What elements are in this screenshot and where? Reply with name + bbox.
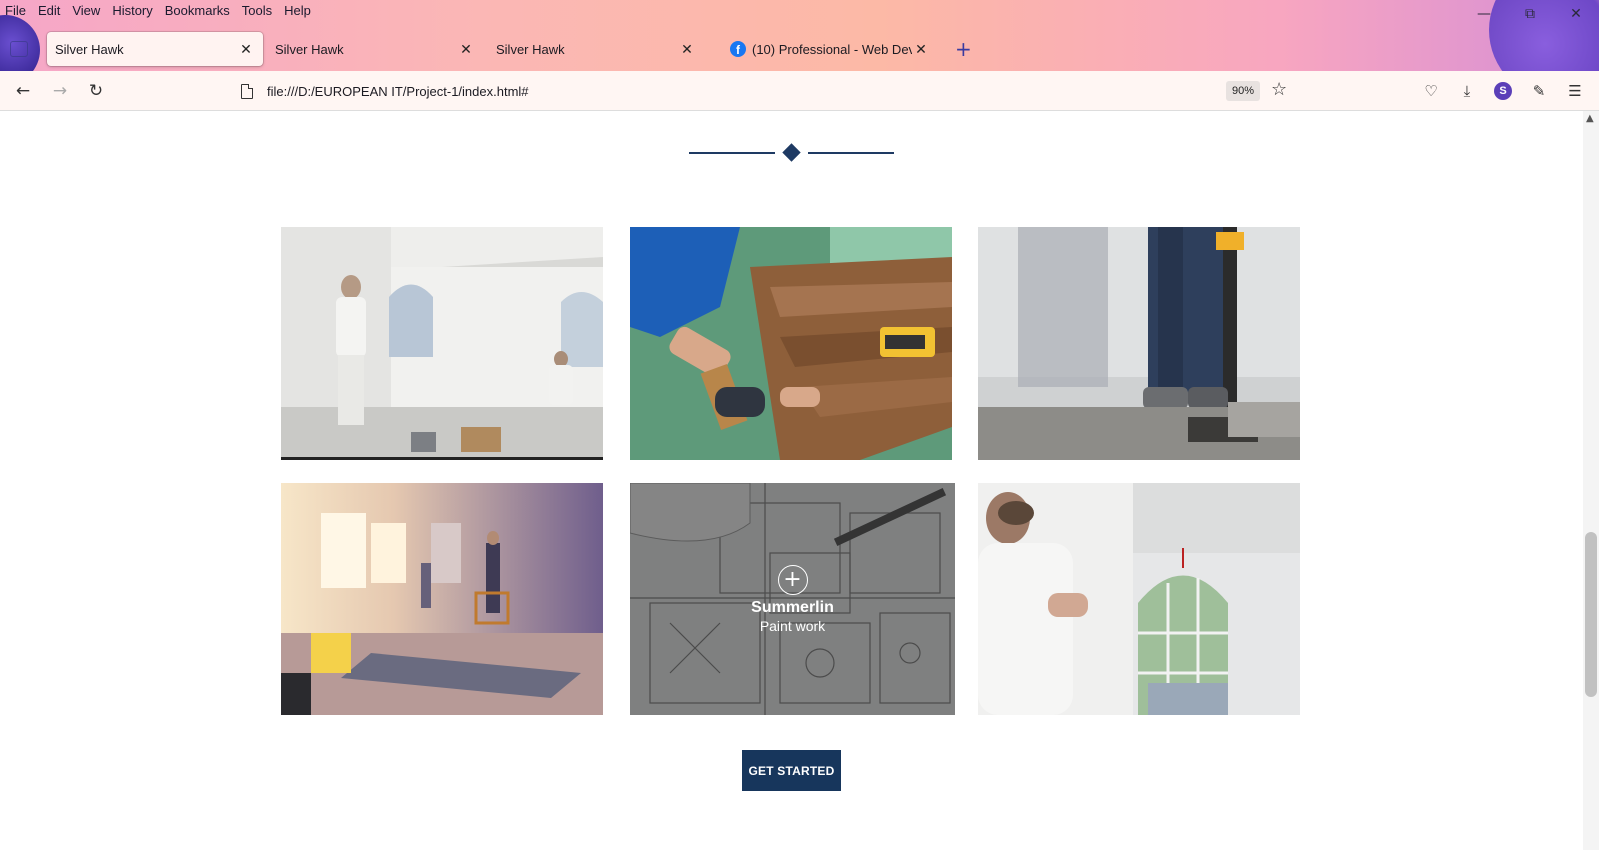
- tab-title: Silver Hawk: [496, 41, 565, 57]
- painters-room-image: [281, 227, 603, 460]
- facebook-icon: f: [730, 41, 746, 57]
- divider-line: [808, 152, 894, 154]
- forward-arrow-icon[interactable]: →: [48, 79, 72, 103]
- menu-history[interactable]: History: [106, 0, 158, 22]
- get-started-button[interactable]: GET STARTED: [742, 750, 841, 791]
- tab-silver-hawk-2[interactable]: Silver Hawk ✕: [267, 32, 483, 66]
- gallery-hover-overlay: + Summerlin Paint work: [630, 483, 955, 715]
- reload-icon[interactable]: ↻: [84, 79, 108, 103]
- section-divider: [689, 143, 894, 162]
- menu-help[interactable]: Help: [278, 0, 317, 22]
- menu-view[interactable]: View: [66, 0, 106, 22]
- renovation-room-image: [281, 483, 603, 715]
- gallery-image-flooring[interactable]: [630, 227, 952, 460]
- scrollbar-thumb[interactable]: [1585, 532, 1597, 697]
- flooring-image: [630, 227, 952, 460]
- url-text[interactable]: file:///D:/EUROPEAN IT/Project-1/index.h…: [267, 84, 529, 99]
- download-icon[interactable]: ⤓: [1456, 80, 1478, 102]
- painter-window-image: [978, 483, 1300, 715]
- menu-tools[interactable]: Tools: [236, 0, 278, 22]
- page-content: + Summerlin Paint work GET STARTED: [0, 111, 1583, 850]
- gallery-image-jackhammer[interactable]: [978, 227, 1300, 460]
- tab-title: Silver Hawk: [275, 41, 344, 57]
- gallery-item-summerlin[interactable]: + Summerlin Paint work: [630, 483, 955, 715]
- scroll-up-arrow-icon[interactable]: ▲: [1586, 113, 1594, 124]
- plus-circle-icon[interactable]: +: [777, 564, 808, 595]
- bookmark-star-icon[interactable]: ☆: [1271, 79, 1287, 100]
- tab-title: Silver Hawk: [55, 41, 124, 57]
- jackhammer-image: [978, 227, 1300, 460]
- tab-silver-hawk-1[interactable]: Silver Hawk ✕: [47, 32, 263, 66]
- window-controls: — ⧉ ✕: [1461, 0, 1599, 28]
- page-icon: [241, 83, 253, 99]
- gallery-image-painters-room[interactable]: [281, 227, 603, 460]
- close-icon[interactable]: ✕: [678, 41, 696, 58]
- close-icon[interactable]: ✕: [237, 41, 255, 58]
- close-window-button[interactable]: ✕: [1553, 0, 1599, 28]
- menu-edit[interactable]: Edit: [32, 0, 66, 22]
- tab-title: (10) Professional - Web Develop: [752, 41, 912, 57]
- diamond-icon: [782, 143, 801, 162]
- profile-avatar: S: [1494, 82, 1512, 100]
- hamburger-menu-icon[interactable]: ☰: [1564, 80, 1586, 102]
- menu-bookmarks[interactable]: Bookmarks: [159, 0, 236, 22]
- extensions-icon[interactable]: ✎: [1528, 80, 1550, 102]
- navigation-toolbar: ← → ↻ file:///D:/EUROPEAN IT/Project-1/i…: [0, 71, 1599, 111]
- page-scrollbar[interactable]: ▲: [1583, 111, 1599, 850]
- menu-bar: File Edit View History Bookmarks Tools H…: [0, 0, 317, 22]
- address-bar[interactable]: file:///D:/EUROPEAN IT/Project-1/index.h…: [230, 75, 1288, 107]
- close-icon[interactable]: ✕: [912, 41, 930, 58]
- browser-titlebar: File Edit View History Bookmarks Tools H…: [0, 0, 1599, 71]
- back-arrow-icon[interactable]: ←: [11, 79, 35, 103]
- minimize-button[interactable]: —: [1461, 0, 1507, 28]
- restore-button[interactable]: ⧉: [1507, 0, 1553, 28]
- zoom-level-badge[interactable]: 90%: [1226, 81, 1261, 101]
- tab-silver-hawk-3[interactable]: Silver Hawk ✕: [488, 32, 704, 66]
- tab-strip: Silver Hawk ✕ Silver Hawk ✕ Silver Hawk …: [0, 31, 1599, 69]
- account-icon[interactable]: S: [1492, 80, 1514, 102]
- gallery-item-title: Summerlin: [751, 598, 834, 616]
- menu-file[interactable]: File: [0, 0, 32, 22]
- gallery-image-painter-window[interactable]: [978, 483, 1300, 715]
- tab-facebook[interactable]: f (10) Professional - Web Develop ✕: [722, 32, 938, 66]
- close-icon[interactable]: ✕: [457, 41, 475, 58]
- tab-list-icon[interactable]: [10, 41, 28, 57]
- gallery-image-renovation-room[interactable]: [281, 483, 603, 715]
- divider-line: [689, 152, 775, 154]
- gallery-item-subtitle: Paint work: [759, 617, 826, 634]
- pocket-icon[interactable]: ♡: [1420, 80, 1442, 102]
- new-tab-plus-icon[interactable]: +: [955, 37, 972, 61]
